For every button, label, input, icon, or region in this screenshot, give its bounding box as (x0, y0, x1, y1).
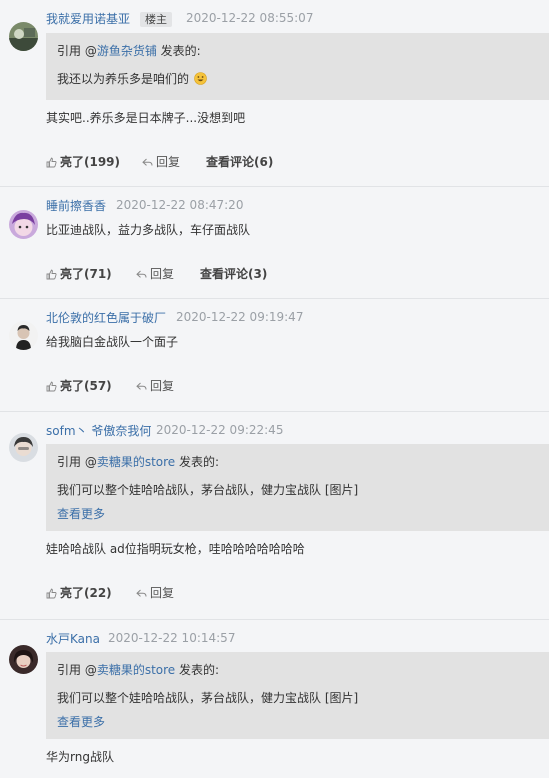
thumbs-up-icon (46, 381, 57, 392)
avatar[interactable] (9, 210, 38, 239)
like-button[interactable]: 亮了(71) (46, 265, 112, 282)
thumbs-up-icon (46, 588, 57, 599)
comment-item: 北伦敦的红色属于破厂 2020-12-22 09:19:47 给我脑白金战队一个… (0, 299, 549, 412)
quote-header: 引用 @卖糖果的store 发表的: (57, 455, 220, 469)
quote-block: 引用 @游鱼杂货铺 发表的: 我还以为养乐多是咱们的 (46, 33, 549, 100)
like-button[interactable]: 亮了(22) (46, 584, 112, 601)
timestamp: 2020-12-22 09:19:47 (176, 310, 304, 324)
view-comments-link[interactable]: 查看评论(6) (206, 153, 273, 170)
avatar[interactable] (9, 321, 38, 350)
thumbs-up-icon (46, 269, 57, 280)
quote-block: 引用 @卖糖果的store 发表的: 我们可以整个娃哈哈战队，茅台战队，健力宝战… (46, 652, 549, 739)
username-link[interactable]: 我就爱用诺基亚 楼主 (46, 10, 173, 27)
quote-text: 我们可以整个娃哈哈战队，茅台战队，健力宝战队 [图片] (57, 483, 359, 497)
avatar[interactable] (9, 22, 38, 51)
timestamp: 2020-12-22 08:47:20 (116, 198, 244, 212)
reply-arrow-icon (136, 270, 147, 278)
avatar[interactable] (9, 433, 38, 462)
grin-emoji-icon (194, 72, 207, 85)
avatar[interactable] (9, 645, 38, 674)
thumbs-up-icon (46, 157, 57, 168)
username-link[interactable]: 北伦敦的红色属于破厂 (46, 309, 166, 326)
quote-text: 我们可以整个娃哈哈战队，茅台战队，健力宝战队 [图片] (57, 691, 359, 705)
quote-header: 引用 @游鱼杂货铺 发表的: (57, 44, 201, 58)
reply-button[interactable]: 回复 (142, 153, 180, 170)
quoted-user-link[interactable]: 游鱼杂货铺 (97, 44, 157, 58)
reply-button[interactable]: 回复 (136, 265, 174, 282)
username-link[interactable]: 睡前擦香香 (46, 197, 106, 214)
quote-block: 引用 @卖糖果的store 发表的: 我们可以整个娃哈哈战队，茅台战队，健力宝战… (46, 444, 549, 531)
reply-arrow-icon (136, 382, 147, 390)
quoted-user-link[interactable]: 卖糖果的store (97, 663, 175, 677)
reply-button[interactable]: 回复 (136, 377, 174, 394)
comment-text: 华为rng战队 (46, 750, 114, 764)
comment-text: 其实吧..养乐多是日本牌子...没想到吧 (46, 111, 246, 125)
timestamp: 2020-12-22 09:22:45 (156, 423, 284, 437)
username-link[interactable]: 水戸Kana (46, 630, 100, 647)
quote-text: 我还以为养乐多是咱们的 (57, 70, 207, 87)
comment-item: 我就爱用诺基亚 楼主 2020-12-22 08:55:07 引用 @游鱼杂货铺 … (0, 0, 549, 187)
reply-button[interactable]: 回复 (136, 584, 174, 601)
view-comments-link[interactable]: 查看评论(3) (200, 265, 267, 282)
comment-text: 娃哈哈战队 ad位指明玩女枪，哇哈哈哈哈哈哈哈 (46, 542, 305, 556)
timestamp: 2020-12-22 10:14:57 (108, 631, 236, 645)
comment-text: 比亚迪战队，益力多战队，车仔面战队 (46, 223, 251, 237)
quoted-user-link[interactable]: 卖糖果的store (97, 455, 175, 469)
reply-arrow-icon (136, 589, 147, 597)
timestamp: 2020-12-22 08:55:07 (186, 11, 314, 25)
comment-text: 给我脑白金战队一个面子 (46, 335, 179, 349)
quote-header: 引用 @卖糖果的store 发表的: (57, 663, 220, 677)
reply-arrow-icon (142, 158, 153, 166)
like-button[interactable]: 亮了(199) (46, 153, 120, 170)
see-more-link[interactable]: 查看更多 (57, 505, 105, 522)
comment-item: 睡前擦香香 2020-12-22 08:47:20 比亚迪战队，益力多战队，车仔… (0, 187, 549, 299)
username-link[interactable]: sofm丶 爷傲奈我何 (46, 422, 151, 439)
comment-item: 水戸Kana 2020-12-22 10:14:57 引用 @卖糖果的store… (0, 620, 549, 778)
see-more-link[interactable]: 查看更多 (57, 713, 105, 730)
author-badge: 楼主 (140, 12, 173, 27)
like-button[interactable]: 亮了(57) (46, 377, 112, 394)
comment-item: sofm丶 爷傲奈我何 2020-12-22 09:22:45 引用 @卖糖果的… (0, 412, 549, 620)
